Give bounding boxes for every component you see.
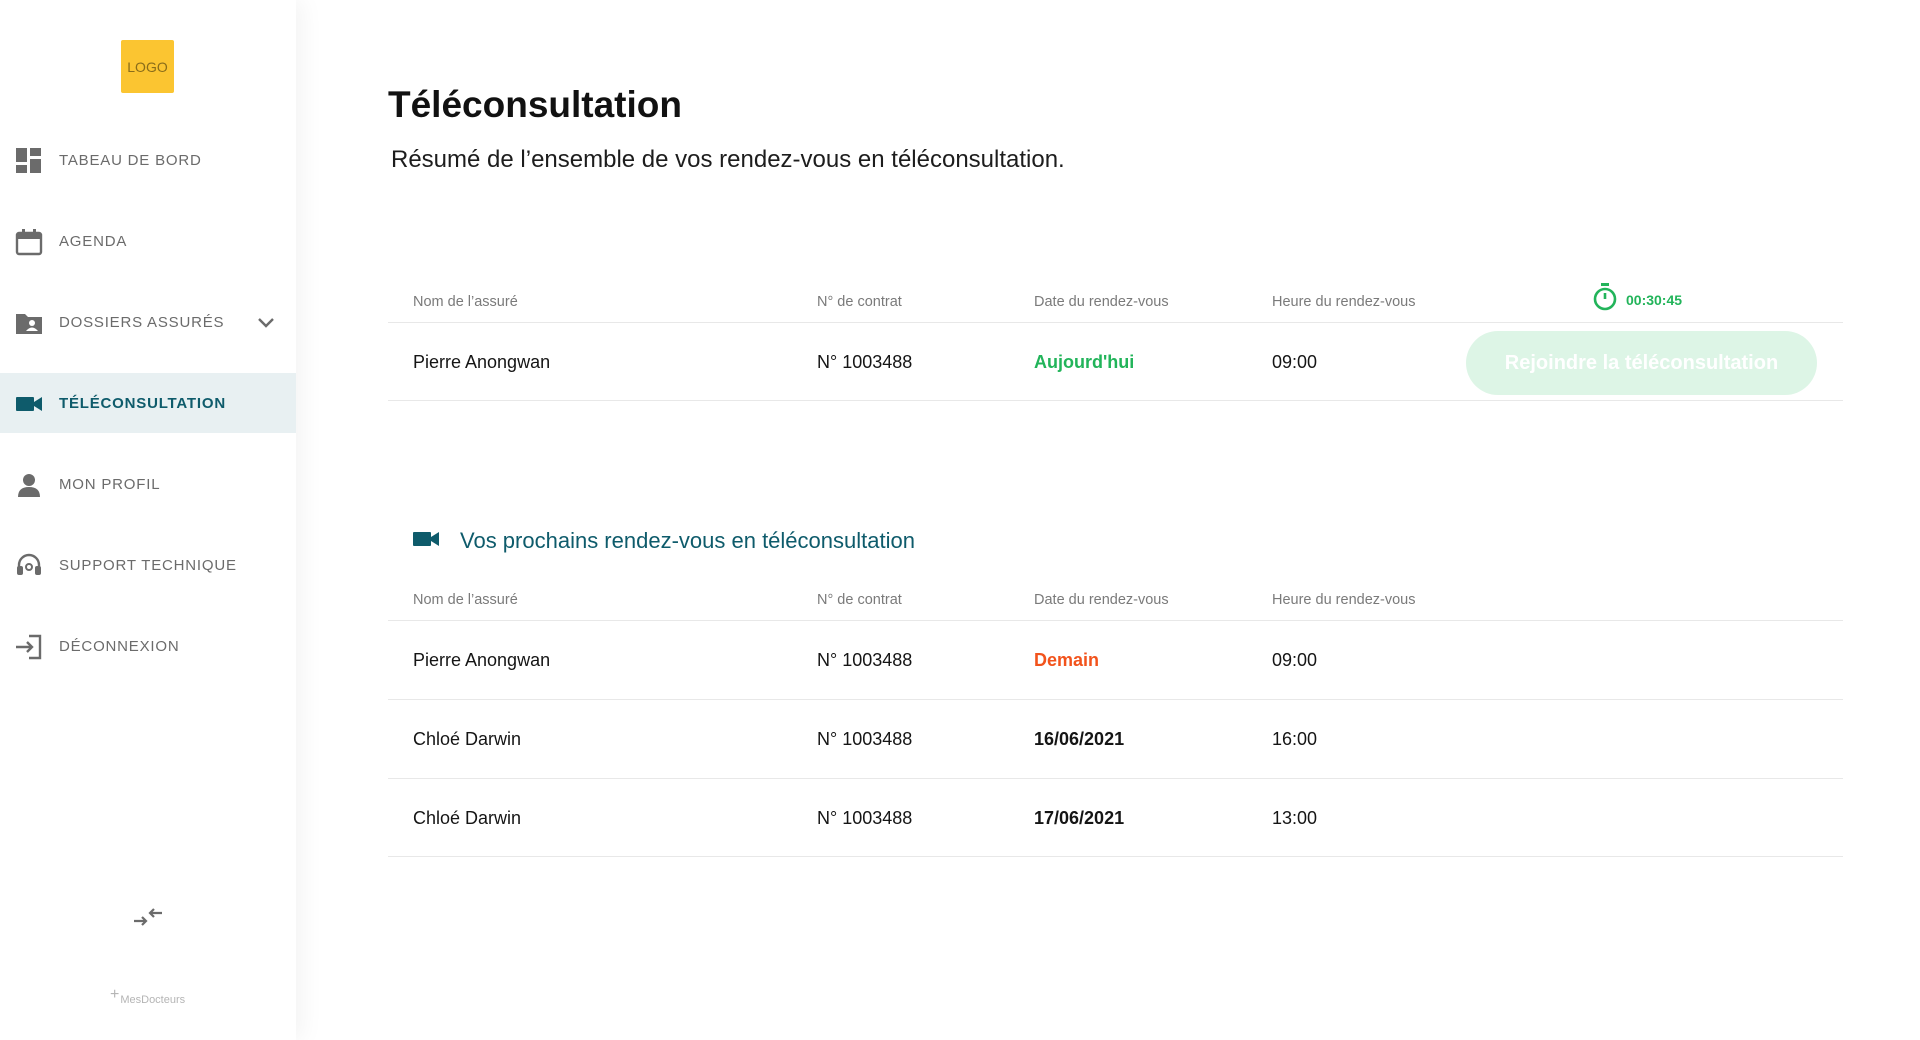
sidebar-item-agenda[interactable]: AGENDA bbox=[0, 211, 296, 271]
table-row[interactable]: Chloé Darwin N° 1003488 17/06/2021 13:00 bbox=[388, 778, 1843, 857]
patient-name: Pierre Anongwan bbox=[413, 352, 551, 372]
section-heading: Vos prochains rendez-vous en téléconsult… bbox=[460, 528, 915, 553]
upcoming-section-title: Vos prochains rendez-vous en téléconsult… bbox=[412, 528, 915, 554]
page-subtitle: Résumé de l’ensemble de vos rendez-vous … bbox=[391, 146, 1065, 173]
sidebar-item-label: SUPPORT TECHNIQUE bbox=[59, 556, 237, 574]
table-row[interactable]: Chloé Darwin N° 1003488 16/06/2021 16:00 bbox=[388, 699, 1843, 778]
sidebar-item-tableau-de-bord[interactable]: TABEAU DE BORD bbox=[0, 130, 296, 190]
sidebar-item-label: TABEAU DE BORD bbox=[59, 151, 202, 169]
table-header: Nom de l’assuré N° de contrat Date du re… bbox=[388, 284, 1843, 322]
current-appointments-table: Nom de l’assuré N° de contrat Date du re… bbox=[388, 284, 1843, 401]
sidebar-item-label: DOSSIERS ASSURÉS bbox=[59, 313, 225, 331]
collapse-sidebar-icon[interactable] bbox=[132, 906, 164, 928]
contract-number: N° 1003488 bbox=[817, 352, 913, 372]
page-title: Téléconsultation bbox=[388, 84, 682, 125]
sidebar-item-mon-profil[interactable]: MON PROFIL bbox=[0, 454, 296, 514]
video-camera-icon bbox=[15, 390, 43, 418]
patient-name: Chloé Darwin bbox=[413, 808, 522, 828]
chevron-down-icon[interactable] bbox=[255, 312, 277, 334]
join-teleconsultation-button[interactable]: Rejoindre la téléconsultation bbox=[1466, 331, 1817, 395]
upcoming-appointments-table: Nom de l’assuré N° de contrat Date du re… bbox=[388, 582, 1843, 857]
appointment-date: Demain bbox=[1034, 650, 1100, 670]
header-name: Nom de l’assuré bbox=[413, 294, 518, 310]
table-row: Pierre Anongwan N° 1003488 Aujourd'hui 0… bbox=[388, 322, 1843, 401]
sidebar-item-label: MON PROFIL bbox=[59, 475, 161, 493]
brand-footer: +MesDocteurs bbox=[110, 986, 186, 1008]
folder-user-icon bbox=[15, 309, 43, 337]
header-contract: N° de contrat bbox=[817, 294, 902, 310]
appointment-time: 16:00 bbox=[1272, 729, 1318, 749]
dashboard-icon bbox=[15, 147, 43, 175]
sidebar-nav: TABEAU DE BORD AGENDA DOSSIERS ASSURÉS T… bbox=[0, 130, 296, 697]
sidebar-item-label: TÉLÉCONSULTATION bbox=[59, 394, 226, 412]
contract-number: N° 1003488 bbox=[817, 650, 913, 670]
headset-icon bbox=[15, 552, 43, 580]
header-date: Date du rendez-vous bbox=[1034, 294, 1169, 310]
calendar-icon bbox=[15, 228, 43, 256]
appointment-time: 09:00 bbox=[1272, 650, 1318, 670]
sidebar-item-deconnexion[interactable]: DÉCONNEXION bbox=[0, 616, 296, 676]
plus-icon: + bbox=[110, 986, 120, 1003]
header-date: Date du rendez-vous bbox=[1034, 592, 1169, 608]
logo[interactable]: LOGO bbox=[121, 40, 174, 93]
sidebar-item-dossiers-assures[interactable]: DOSSIERS ASSURÉS bbox=[0, 292, 296, 352]
brand-name: MesDocteurs bbox=[120, 994, 186, 1006]
patient-name: Pierre Anongwan bbox=[413, 650, 551, 670]
sidebar: LOGO TABEAU DE BORD AGENDA DOSSIERS ASSU… bbox=[0, 0, 296, 1040]
sidebar-item-label: DÉCONNEXION bbox=[59, 637, 180, 655]
appointment-date: 17/06/2021 bbox=[1034, 808, 1125, 828]
person-icon bbox=[15, 471, 43, 499]
sidebar-item-support-technique[interactable]: SUPPORT TECHNIQUE bbox=[0, 535, 296, 595]
header-contract: N° de contrat bbox=[817, 592, 902, 608]
table-header: Nom de l’assuré N° de contrat Date du re… bbox=[388, 582, 1843, 620]
sidebar-item-teleconsultation[interactable]: TÉLÉCONSULTATION bbox=[0, 373, 296, 433]
video-camera-icon bbox=[412, 529, 440, 554]
patient-name: Chloé Darwin bbox=[413, 729, 522, 749]
contract-number: N° 1003488 bbox=[817, 729, 913, 749]
contract-number: N° 1003488 bbox=[817, 808, 913, 828]
header-time: Heure du rendez-vous bbox=[1272, 592, 1416, 608]
header-name: Nom de l’assuré bbox=[413, 592, 518, 608]
logout-icon bbox=[15, 633, 43, 661]
table-row[interactable]: Pierre Anongwan N° 1003488 Demain 09:00 bbox=[388, 620, 1843, 699]
appointment-time: 13:00 bbox=[1272, 808, 1318, 828]
header-time: Heure du rendez-vous bbox=[1272, 294, 1416, 310]
appointment-date: Aujourd'hui bbox=[1034, 352, 1135, 372]
sidebar-item-label: AGENDA bbox=[59, 232, 128, 250]
appointment-time: 09:00 bbox=[1272, 352, 1318, 372]
appointment-date: 16/06/2021 bbox=[1034, 729, 1125, 749]
